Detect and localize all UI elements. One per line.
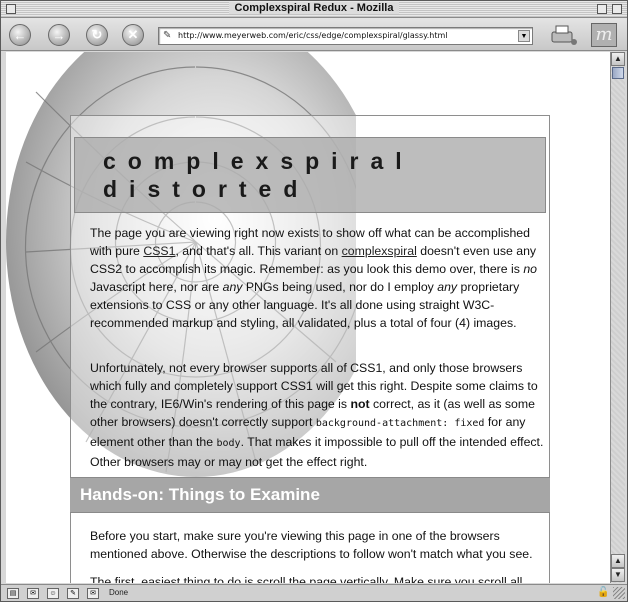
url-text: http://www.meyerweb.com/eric/css/edge/co… — [178, 31, 448, 40]
emphasis: no — [523, 262, 537, 276]
url-field[interactable]: ✎ http://www.meyerweb.com/eric/css/edge/… — [158, 27, 533, 45]
title-bar[interactable]: Complexspiral Redux - Mozilla — [1, 1, 627, 18]
collapse-box[interactable] — [612, 4, 622, 14]
section-heading-bar: Hands-on: Things to Examine — [70, 477, 550, 513]
vertical-scrollbar[interactable]: ▲ ▲ ▼ — [610, 52, 625, 583]
code-text: body — [216, 438, 241, 449]
browser-window: Complexspiral Redux - Mozilla ← → ↻ ✕ ✎ … — [0, 0, 628, 602]
section-heading: Hands-on: Things to Examine — [80, 485, 320, 504]
page-proxy-icon: ✎ — [163, 30, 172, 41]
intro-paragraph: The page you are viewing right now exist… — [90, 224, 550, 332]
header-title-line1: complexspiral — [103, 148, 414, 174]
status-text: Done — [109, 588, 129, 597]
url-history-dropdown[interactable]: ▼ — [518, 30, 530, 42]
complexspiral-link[interactable]: complexspiral — [342, 244, 417, 258]
strong-text: not — [350, 397, 370, 411]
scroll-thumb[interactable] — [612, 67, 624, 79]
scroll-instructions-paragraph: The first, easiest thing to do is scroll… — [90, 575, 523, 583]
mail-icon[interactable]: ✉ — [27, 588, 39, 599]
text: , and that's all. This variant on — [175, 244, 342, 258]
scroll-up-arrow-icon[interactable]: ▲ — [611, 554, 625, 568]
composer-icon[interactable]: ✎ — [67, 588, 79, 599]
before-start-paragraph: Before you start, make sure you're viewi… — [90, 529, 533, 561]
text: Javascript here, nor are — [90, 280, 223, 294]
security-lock-icon[interactable]: 🔓 — [597, 587, 609, 599]
css1-link[interactable]: CSS1 — [143, 244, 175, 258]
print-icon[interactable] — [549, 24, 579, 46]
mozilla-logo-icon[interactable]: m — [591, 23, 617, 47]
page-header: complexspiral distorted — [74, 137, 546, 213]
code-text: background-attachment: fixed — [315, 418, 485, 429]
resize-grip[interactable] — [613, 587, 625, 599]
status-bar: ▤ ✉ ☺ ✎ ✉ Done 🔓 — [1, 584, 627, 601]
text: PNGs being used, nor do I employ — [242, 280, 438, 294]
browser-support-paragraph: Unfortunately, not every browser support… — [90, 359, 550, 471]
navigation-toolbar: ← → ↻ ✕ ✎ http://www.meyerweb.com/eric/c… — [1, 18, 627, 51]
scroll-up-arrow-icon[interactable]: ▲ — [611, 52, 625, 66]
forward-arrow-icon[interactable]: → — [48, 24, 70, 46]
scroll-down-arrow-icon[interactable]: ▼ — [611, 568, 625, 582]
emphasis: any — [437, 280, 458, 294]
reload-icon[interactable]: ↻ — [86, 24, 108, 46]
header-title-line2: distorted — [103, 176, 310, 202]
stop-icon[interactable]: ✕ — [122, 24, 144, 46]
zoom-box[interactable] — [597, 4, 607, 14]
page-viewport[interactable]: complexspiral distorted The page you are… — [6, 52, 610, 583]
back-arrow-icon[interactable]: ← — [9, 24, 31, 46]
emphasis: any — [222, 280, 243, 294]
chat-icon[interactable]: ☺ — [47, 588, 59, 599]
window-title: Complexspiral Redux - Mozilla — [228, 2, 400, 14]
navigator-icon[interactable]: ▤ — [7, 588, 19, 599]
address-book-icon[interactable]: ✉ — [87, 588, 99, 599]
